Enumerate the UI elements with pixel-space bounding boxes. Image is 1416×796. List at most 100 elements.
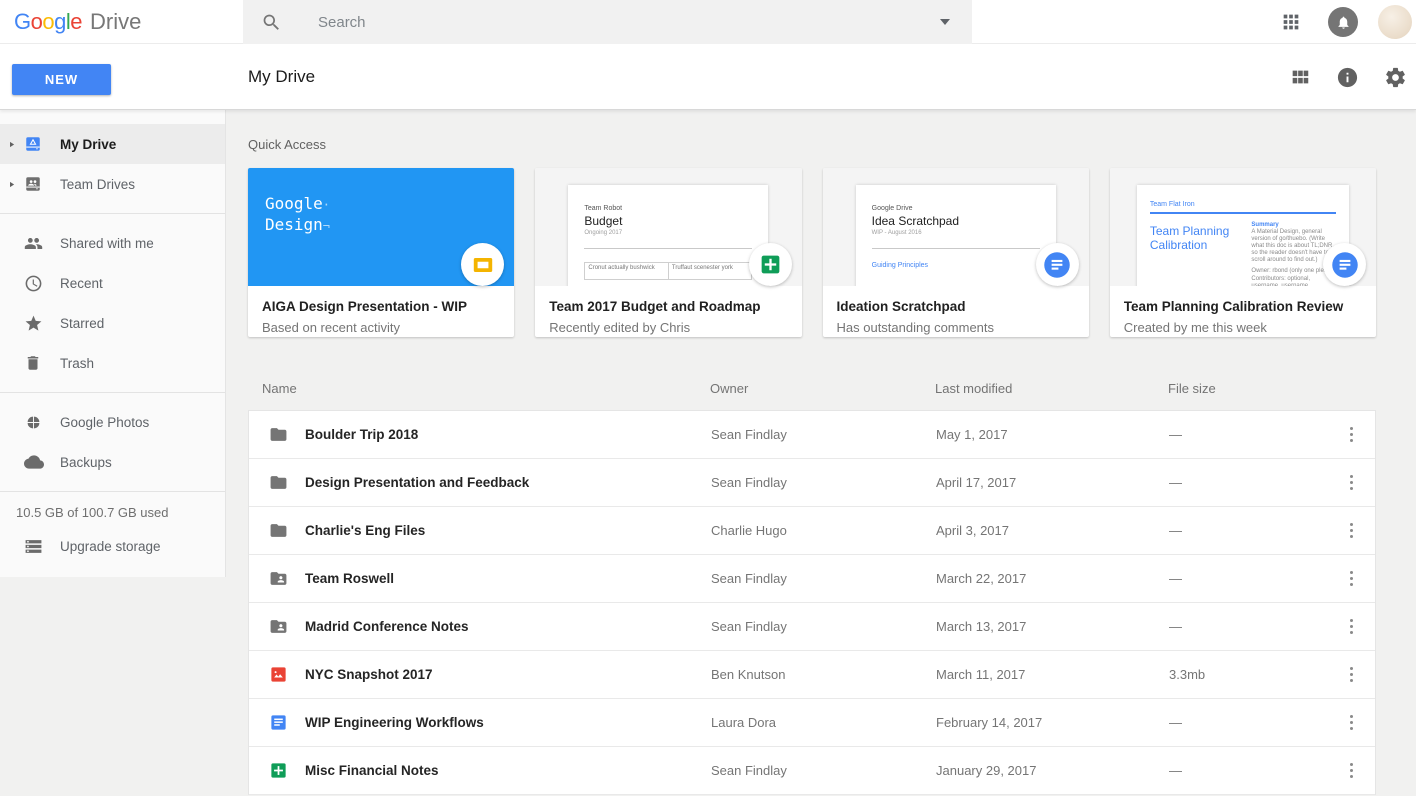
file-size: — bbox=[1169, 475, 1182, 490]
folder-icon bbox=[269, 521, 288, 540]
row-menu-button[interactable] bbox=[1344, 471, 1360, 495]
sidebar-item-label: My Drive bbox=[60, 136, 117, 152]
file-size: — bbox=[1169, 427, 1182, 442]
file-owner: Sean Findlay bbox=[711, 427, 787, 442]
drive-logo-label: Drive bbox=[90, 9, 142, 34]
grid-view-icon[interactable] bbox=[1289, 66, 1311, 88]
column-header-file-size[interactable]: File size bbox=[1168, 381, 1334, 396]
quick-access-card[interactable]: Google Drive Idea Scratchpad WIP - Augus… bbox=[822, 168, 1089, 337]
sidebar-item-google-photos[interactable]: Google Photos bbox=[0, 402, 225, 442]
card-subtitle: Based on recent activity bbox=[262, 320, 401, 335]
file-modified: March 11, 2017 bbox=[936, 667, 1026, 682]
search-icon bbox=[261, 12, 282, 33]
file-owner: Sean Findlay bbox=[711, 571, 787, 586]
table-row[interactable]: Charlie's Eng Files Charlie Hugo April 3, … bbox=[249, 507, 1375, 555]
table-row[interactable]: Team Roswell Sean Findlay March 22, 2017 — bbox=[249, 555, 1375, 603]
file-size: — bbox=[1169, 571, 1182, 586]
table-row[interactable]: Design Presentation and Feedback Sean Fin… bbox=[249, 459, 1375, 507]
file-modified: April 17, 2017 bbox=[936, 475, 1017, 490]
my-drive-icon bbox=[24, 135, 42, 153]
sidebar-item-team-drives[interactable]: Team Drives bbox=[0, 164, 225, 204]
brand[interactable]: Google Drive bbox=[14, 0, 141, 44]
column-header-last-modified[interactable]: Last modified bbox=[935, 381, 1168, 396]
sidebar-item-label: Trash bbox=[60, 355, 95, 371]
new-button[interactable]: NEW bbox=[12, 64, 111, 95]
sidebar-item-my-drive[interactable]: My Drive bbox=[0, 124, 225, 164]
row-menu-button[interactable] bbox=[1344, 759, 1360, 783]
file-modified: February 14, 2017 bbox=[936, 715, 1043, 730]
sidebar: My Drive Team Drives Shared with me Rece… bbox=[0, 110, 226, 577]
quick-access-heading: Quick Access bbox=[248, 137, 327, 152]
column-header-name[interactable]: Name bbox=[248, 381, 710, 396]
sidebar-item-shared-with-me[interactable]: Shared with me bbox=[0, 223, 225, 263]
photos-pinwheel-icon bbox=[24, 413, 43, 432]
file-name: WIP Engineering Workflows bbox=[305, 715, 484, 730]
file-owner: Sean Findlay bbox=[711, 763, 787, 778]
row-menu-button[interactable] bbox=[1344, 423, 1360, 447]
card-title: AIGA Design Presentation - WIP bbox=[262, 299, 468, 314]
table-row[interactable]: Madrid Conference Notes Sean Findlay March… bbox=[249, 603, 1375, 651]
row-menu-button[interactable] bbox=[1344, 519, 1360, 543]
file-modified: March 13, 2017 bbox=[936, 619, 1027, 634]
search-options-caret-icon[interactable] bbox=[940, 19, 950, 25]
drive-toolbar: NEW My Drive bbox=[0, 44, 1416, 110]
docs-icon bbox=[269, 713, 288, 732]
star-icon bbox=[24, 314, 43, 333]
quick-access-card[interactable]: Team Robot Budget Ongoing 2017 Cronut ac… bbox=[535, 168, 802, 337]
card-subtitle: Recently edited by Chris bbox=[549, 320, 691, 335]
file-owner: Laura Dora bbox=[711, 715, 777, 730]
column-header-owner[interactable]: Owner bbox=[710, 381, 935, 396]
info-icon[interactable] bbox=[1336, 66, 1359, 89]
table-row[interactable]: Misc Financial Notes Sean Findlay January … bbox=[249, 747, 1375, 795]
file-owner: Sean Findlay bbox=[711, 475, 787, 490]
file-size: — bbox=[1169, 523, 1182, 538]
file-name: Team Roswell bbox=[305, 571, 395, 586]
quick-access-card[interactable]: Team Flat Iron Team Planning Calibration… bbox=[1109, 168, 1376, 337]
row-menu-button[interactable] bbox=[1344, 711, 1360, 735]
sidebar-divider bbox=[0, 392, 225, 393]
table-row[interactable]: NYC Snapshot 2017 Ben Knutson March 11, 20… bbox=[249, 651, 1375, 699]
folder-shared-icon bbox=[269, 569, 288, 588]
sidebar-item-label: Google Photos bbox=[60, 414, 150, 430]
notifications-bell-icon[interactable] bbox=[1328, 7, 1358, 37]
file-modified: January 29, 2017 bbox=[936, 763, 1037, 778]
file-name: Design Presentation and Feedback bbox=[305, 475, 530, 490]
sidebar-item-upgrade-storage[interactable]: Upgrade storage bbox=[0, 526, 225, 566]
sidebar-item-label: Upgrade storage bbox=[60, 538, 161, 554]
file-name: Madrid Conference Notes bbox=[305, 619, 469, 634]
file-list-header: Name Owner Last modified File size bbox=[248, 366, 1376, 410]
settings-gear-icon[interactable] bbox=[1384, 66, 1407, 89]
expand-arrow-icon[interactable] bbox=[7, 140, 16, 149]
sheets-icon bbox=[269, 761, 288, 780]
card-subtitle: Created by me this week bbox=[1123, 320, 1267, 335]
user-avatar[interactable] bbox=[1378, 5, 1412, 39]
sidebar-item-starred[interactable]: Starred bbox=[0, 303, 225, 343]
card-subtitle: Has outstanding comments bbox=[836, 320, 995, 335]
search-input[interactable] bbox=[318, 13, 940, 31]
expand-arrow-icon[interactable] bbox=[7, 180, 16, 189]
clock-icon bbox=[24, 274, 43, 293]
folder-shared-icon bbox=[269, 617, 288, 636]
row-menu-button[interactable] bbox=[1344, 615, 1360, 639]
file-size: 3.3mb bbox=[1169, 667, 1206, 682]
sidebar-item-recent[interactable]: Recent bbox=[0, 263, 225, 303]
table-row[interactable]: WIP Engineering Workflows Laura Dora Febru… bbox=[249, 699, 1375, 747]
file-size: — bbox=[1169, 715, 1182, 730]
quick-access-cards: Google· Design¬ AIGA Design Presentation… bbox=[248, 168, 1376, 337]
storage-usage-text: 10.5 GB of 100.7 GB used bbox=[16, 505, 169, 520]
sheets-file-icon bbox=[748, 243, 792, 286]
storage-icon bbox=[24, 537, 43, 556]
file-size: — bbox=[1169, 763, 1182, 778]
trash-icon bbox=[24, 354, 42, 372]
search-bar[interactable] bbox=[243, 0, 972, 44]
card-title: Ideation Scratchpad bbox=[836, 299, 966, 314]
row-menu-button[interactable] bbox=[1344, 567, 1360, 591]
sidebar-item-backups[interactable]: Backups bbox=[0, 442, 225, 482]
table-row[interactable]: Boulder Trip 2018 Sean Findlay May 1, 2017… bbox=[249, 411, 1375, 459]
quick-access-card[interactable]: Google· Design¬ AIGA Design Presentation… bbox=[248, 168, 515, 337]
sidebar-item-trash[interactable]: Trash bbox=[0, 343, 225, 383]
row-menu-button[interactable] bbox=[1344, 663, 1360, 687]
sidebar-item-label: Backups bbox=[60, 454, 112, 470]
people-icon bbox=[24, 234, 43, 253]
google-apps-grid-icon[interactable] bbox=[1280, 11, 1302, 33]
